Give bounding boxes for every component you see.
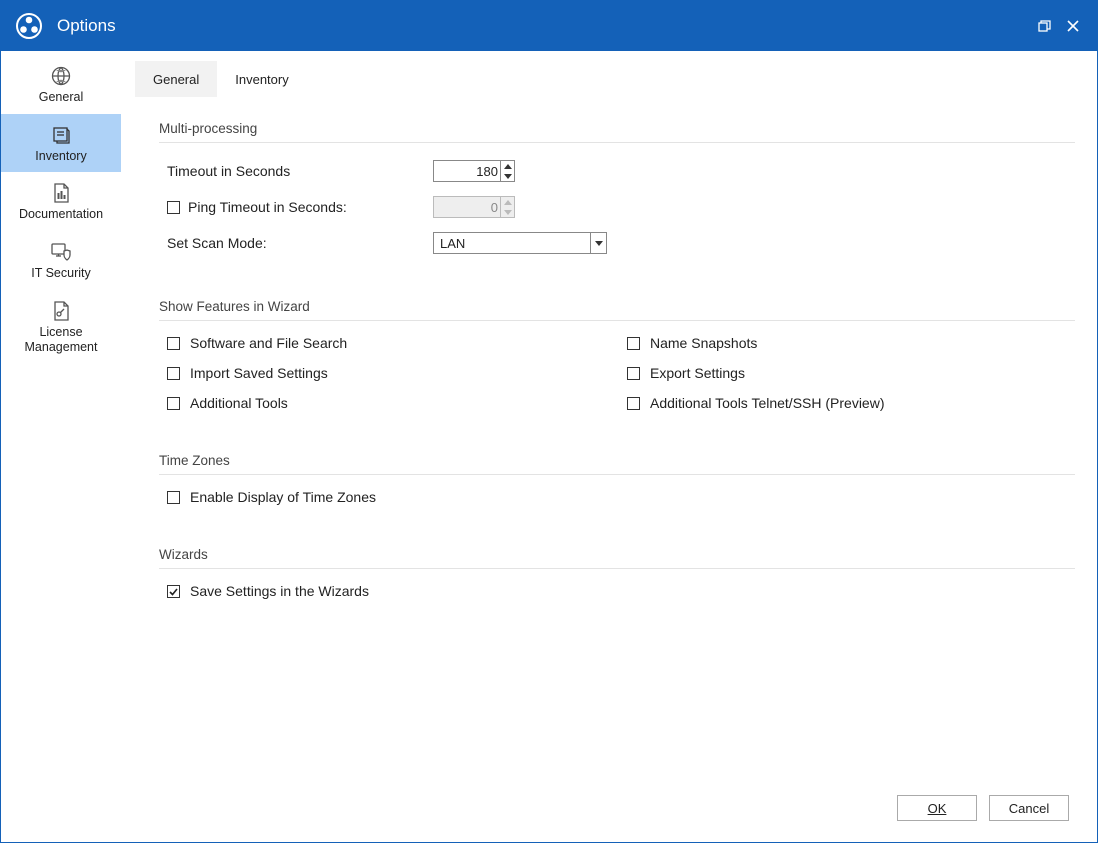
sidebar-item-label: Documentation — [19, 207, 103, 223]
sidebar-item-label: License Management — [25, 325, 98, 356]
spinner-arrows — [500, 161, 514, 181]
section-title: Time Zones — [159, 453, 1075, 475]
wizard-features-grid: Software and File Search Name Snapshots … — [159, 335, 1075, 411]
cancel-button[interactable]: Cancel — [989, 795, 1069, 821]
scan-mode-select[interactable]: LAN — [433, 232, 607, 254]
ping-timeout-input — [434, 197, 500, 217]
spinner-down-icon — [501, 207, 514, 217]
spinner-arrows — [500, 197, 514, 217]
tab-label: Inventory — [235, 72, 288, 87]
timeout-spinner[interactable] — [433, 160, 515, 182]
tabs: General Inventory — [135, 61, 1083, 97]
feature-label: Import Saved Settings — [190, 365, 328, 381]
sidebar: General Inventory — [1, 51, 121, 842]
checkbox[interactable] — [167, 337, 180, 350]
tab-general[interactable]: General — [135, 61, 217, 97]
feature-software-file-search: Software and File Search — [167, 335, 627, 351]
documentation-icon — [50, 182, 72, 204]
row-save-settings-wizards: Save Settings in the Wizards — [159, 583, 1075, 599]
timeout-input[interactable] — [434, 161, 500, 181]
sidebar-item-inventory[interactable]: Inventory — [1, 114, 121, 173]
maximize-button[interactable] — [1031, 12, 1059, 40]
feature-label: Name Snapshots — [650, 335, 757, 351]
checkbox[interactable] — [167, 367, 180, 380]
save-settings-wizards-label: Save Settings in the Wizards — [190, 583, 369, 599]
timeout-label: Timeout in Seconds — [167, 163, 290, 179]
sidebar-item-label: IT Security — [31, 266, 91, 282]
content: Multi-processing Timeout in Seconds — [135, 97, 1083, 784]
enable-time-zones-label: Enable Display of Time Zones — [190, 489, 376, 505]
section-title: Multi-processing — [159, 121, 1075, 143]
row-ping-timeout: Ping Timeout in Seconds: — [159, 193, 1075, 221]
ping-timeout-spinner — [433, 196, 515, 218]
main-panel: General Inventory Multi-processing Timeo… — [121, 51, 1097, 842]
body: General Inventory — [1, 51, 1097, 842]
row-enable-time-zones: Enable Display of Time Zones — [159, 489, 1075, 505]
app-icon — [15, 12, 43, 40]
section-time-zones: Time Zones Enable Display of Time Zones — [159, 453, 1075, 505]
close-button[interactable] — [1059, 12, 1087, 40]
sidebar-item-label: Inventory — [35, 149, 86, 165]
enable-time-zones-checkbox[interactable] — [167, 491, 180, 504]
save-settings-wizards-checkbox[interactable] — [167, 585, 180, 598]
ping-timeout-checkbox[interactable] — [167, 201, 180, 214]
cancel-button-label: Cancel — [1009, 801, 1049, 816]
sidebar-item-general[interactable]: General — [1, 55, 121, 114]
feature-label: Additional Tools Telnet/SSH (Preview) — [650, 395, 885, 411]
footer: OK Cancel — [135, 784, 1083, 832]
ok-button[interactable]: OK — [897, 795, 977, 821]
tab-inventory[interactable]: Inventory — [217, 61, 306, 97]
chevron-down-icon — [590, 233, 606, 253]
checkbox[interactable] — [167, 397, 180, 410]
section-title: Wizards — [159, 547, 1075, 569]
scan-mode-value: LAN — [440, 236, 465, 251]
section-wizards: Wizards Save Settings in the Wizards — [159, 547, 1075, 599]
feature-import-saved-settings: Import Saved Settings — [167, 365, 627, 381]
inventory-icon — [50, 124, 72, 146]
ping-timeout-label: Ping Timeout in Seconds: — [188, 199, 347, 215]
tab-label: General — [153, 72, 199, 87]
window-title: Options — [57, 16, 1031, 36]
globe-icon — [50, 65, 72, 87]
spinner-up-icon[interactable] — [501, 161, 514, 171]
feature-label: Export Settings — [650, 365, 745, 381]
feature-name-snapshots: Name Snapshots — [627, 335, 1075, 351]
row-scan-mode: Set Scan Mode: LAN — [159, 229, 1075, 257]
row-timeout: Timeout in Seconds — [159, 157, 1075, 185]
feature-export-settings: Export Settings — [627, 365, 1075, 381]
section-multi-processing: Multi-processing Timeout in Seconds — [159, 121, 1075, 257]
feature-additional-tools-telnet-ssh: Additional Tools Telnet/SSH (Preview) — [627, 395, 1075, 411]
feature-label: Software and File Search — [190, 335, 347, 351]
sidebar-item-documentation[interactable]: Documentation — [1, 172, 121, 231]
options-window: Options Genera — [0, 0, 1098, 843]
sidebar-item-label: General — [39, 90, 83, 106]
sidebar-item-it-security[interactable]: IT Security — [1, 231, 121, 290]
sidebar-item-license-management[interactable]: License Management — [1, 290, 121, 364]
section-title: Show Features in Wizard — [159, 299, 1075, 321]
spinner-up-icon — [501, 197, 514, 207]
checkbox[interactable] — [627, 397, 640, 410]
checkbox[interactable] — [627, 337, 640, 350]
feature-additional-tools: Additional Tools — [167, 395, 627, 411]
spinner-down-icon[interactable] — [501, 171, 514, 181]
titlebar: Options — [1, 1, 1097, 51]
checkbox[interactable] — [627, 367, 640, 380]
license-icon — [50, 300, 72, 322]
security-icon — [50, 241, 72, 263]
feature-label: Additional Tools — [190, 395, 288, 411]
section-wizard-features: Show Features in Wizard Software and Fil… — [159, 299, 1075, 411]
scan-mode-label: Set Scan Mode: — [167, 235, 267, 251]
ok-button-label: OK — [928, 801, 947, 816]
